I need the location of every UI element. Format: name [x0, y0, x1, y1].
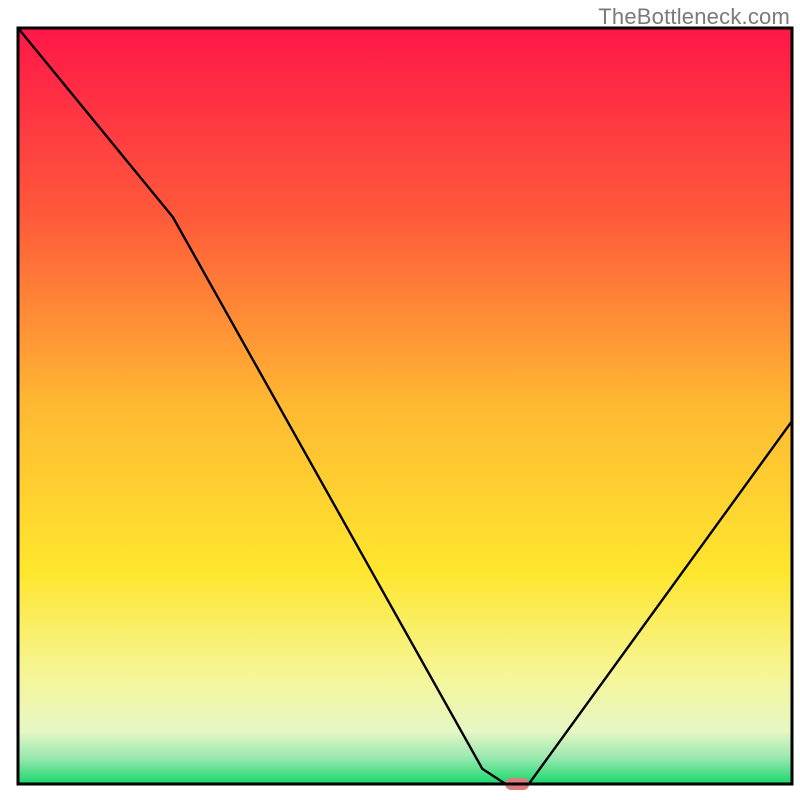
watermark-text: TheBottleneck.com	[598, 4, 790, 30]
bottleneck-chart	[0, 0, 800, 800]
chart-background-gradient	[18, 28, 792, 784]
